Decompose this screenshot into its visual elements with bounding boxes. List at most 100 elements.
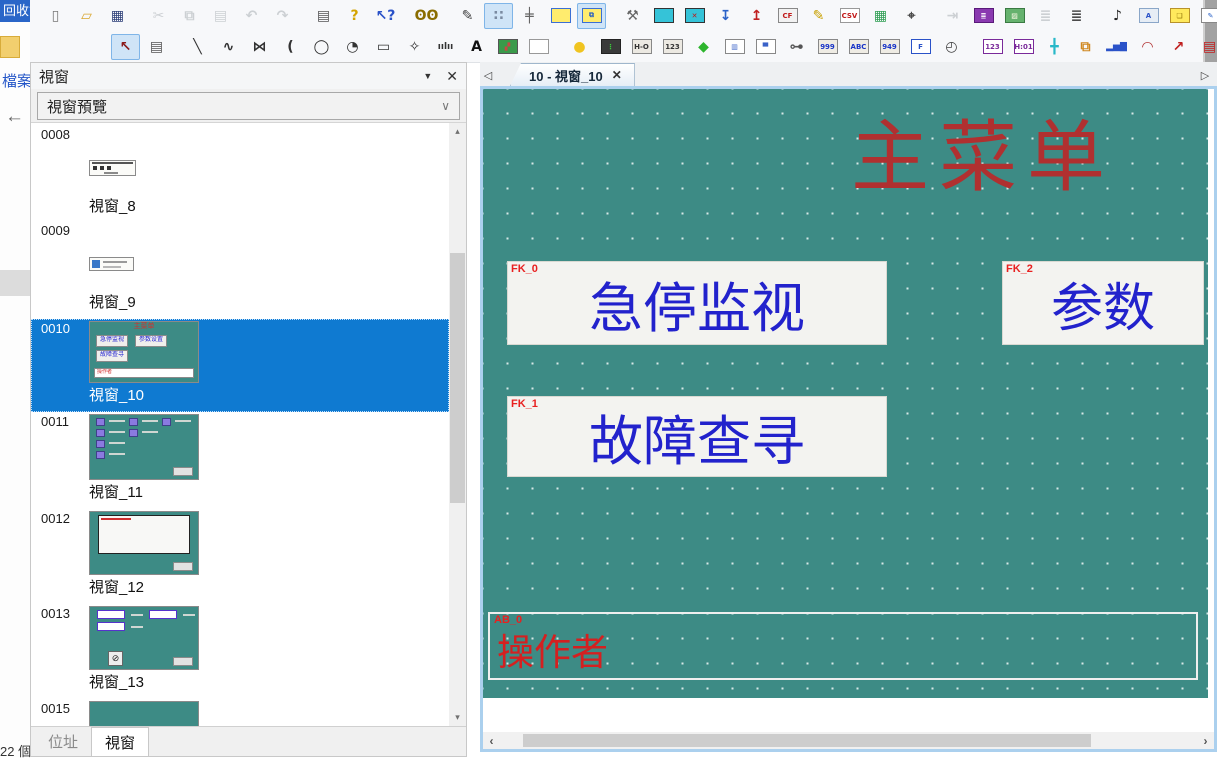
numeric-input-icon[interactable]: 123 <box>978 34 1007 60</box>
picture-library-icon[interactable]: ▨ <box>1000 3 1029 29</box>
hscrollbar-thumb[interactable] <box>523 734 1091 747</box>
window-label: 視窗_9 <box>89 291 449 319</box>
arc-tool-icon[interactable]: ( <box>276 34 305 60</box>
address-book-icon[interactable]: ≣ <box>969 3 998 29</box>
shape-library-icon[interactable]: ≣ <box>1062 3 1091 29</box>
snap-icon[interactable]: ╪ <box>515 3 544 29</box>
window-item-0013[interactable]: 0013⊘視窗_13 <box>31 604 449 699</box>
tab-close-icon[interactable]: ✕ <box>612 68 622 82</box>
context-help-icon[interactable]: ↖? <box>371 3 400 29</box>
tab-label: 10 - 視窗_10 <box>529 66 603 85</box>
window-item-0012[interactable]: 0012視窗_12 <box>31 509 449 604</box>
masked-display-icon[interactable]: 949 <box>875 34 904 60</box>
hmi-canvas[interactable]: 主菜单 FK_0 急停监视 FK_2 参数 FK_1 故障查寻 AB_0 操作者 <box>483 89 1208 698</box>
trend-display-icon[interactable]: ↗ <box>1164 34 1193 60</box>
animation-icon[interactable]: ⧉ <box>1071 34 1100 60</box>
undo-icon: ↶ <box>237 3 266 29</box>
polygon-tool-icon[interactable]: ◯ <box>307 34 336 60</box>
scale-tool-icon[interactable]: ıılıı <box>431 34 460 60</box>
screen-settings-icon[interactable]: ▥ <box>720 34 749 60</box>
open-file-icon[interactable]: ▱ <box>72 3 101 29</box>
tab-window-10[interactable]: 10 - 視窗_10 ✕ <box>510 63 635 86</box>
cf-card-icon[interactable]: CF <box>773 3 802 29</box>
csv-export-icon[interactable]: CSV <box>835 3 864 29</box>
window-shape-icon[interactable] <box>546 3 575 29</box>
select-tool-icon[interactable]: ↖ <box>111 34 140 60</box>
bit-switch-icon[interactable]: H-O <box>627 34 656 60</box>
frame-tool-icon[interactable] <box>524 34 553 60</box>
ascii-display-icon[interactable]: ABC <box>844 34 873 60</box>
window-list-scrollbar[interactable]: ▴ ▾ <box>449 123 466 726</box>
object-properties-icon[interactable]: ▤ <box>142 34 171 60</box>
window-item-0015[interactable]: 0015 <box>31 699 449 726</box>
text-tool-icon[interactable]: A <box>462 34 491 60</box>
tab-scroll-left-icon[interactable]: ◁ <box>480 69 496 86</box>
star-tool-icon[interactable]: ✧ <box>400 34 429 60</box>
label-library-icon[interactable]: ❏ <box>1165 3 1194 29</box>
print-icon[interactable]: ▤ <box>309 3 338 29</box>
window-item-0009[interactable]: 0009視窗_9 <box>31 223 449 319</box>
meter-display-icon[interactable]: ◠ <box>1133 34 1162 60</box>
function-key-fk2[interactable]: FK_2 参数 <box>1003 262 1203 344</box>
help-icon[interactable]: ? <box>340 3 369 29</box>
panel-close-icon[interactable]: ✕ <box>446 68 458 85</box>
scroll-left-icon[interactable]: ‹ <box>483 732 500 749</box>
bezier-tool-icon[interactable]: ∿ <box>214 34 243 60</box>
panel-tab-address[interactable]: 位址 <box>35 727 91 756</box>
window-item-0010[interactable]: 0010主菜单急停监视参数设置故障查寻操作者視窗_10 <box>31 319 449 412</box>
thumb-button: 故障查寻 <box>96 350 128 362</box>
canvas-title: 主菜单 <box>851 111 1115 205</box>
find-icon[interactable]: ʘʘ <box>412 3 441 29</box>
system-monitor-icon[interactable]: ⌖ <box>897 3 926 29</box>
sign-pen-icon[interactable]: ✎ <box>804 3 833 29</box>
panel-tab-window[interactable]: 視窗 <box>91 727 149 756</box>
save-icon[interactable]: ▦ <box>103 3 132 29</box>
pen-icon[interactable]: ✎ <box>453 3 482 29</box>
scrollbar-thumb[interactable] <box>450 253 465 503</box>
layers-icon[interactable]: ⧉ <box>577 3 606 29</box>
function-key-fk0[interactable]: FK_0 急停监视 <box>508 262 886 344</box>
download-icon[interactable]: ↧ <box>711 3 740 29</box>
window-item-0008[interactable]: 0008視窗_8 <box>31 127 449 223</box>
editor-tab-bar: ◁ 10 - 視窗_10 ✕ ▷ <box>480 62 1217 86</box>
bit-lamp-icon[interactable]: ● <box>565 34 594 60</box>
operator-text-object[interactable]: AB_0 操作者 <box>488 612 1198 680</box>
numeric-display-icon[interactable]: 999 <box>813 34 842 60</box>
moving-shape-icon[interactable]: ╋ <box>1040 34 1069 60</box>
function-key-fk1[interactable]: FK_1 故障查寻 <box>508 397 886 476</box>
font-window-icon[interactable]: A <box>1134 3 1163 29</box>
macro-editor-icon[interactable]: ✎ <box>1196 3 1217 29</box>
function-key-icon[interactable]: ◆ <box>689 34 718 60</box>
tab-scroll-right-icon[interactable]: ▷ <box>1197 69 1213 86</box>
new-file-icon[interactable]: ▯ <box>41 3 70 29</box>
multi-state-lamp-icon[interactable]: ⋮ <box>596 34 625 60</box>
direct-window-icon[interactable]: ▀ <box>751 34 780 60</box>
scroll-up-icon[interactable]: ▴ <box>449 123 466 140</box>
panel-menu-caret-icon[interactable]: ▼ <box>423 71 432 81</box>
picture-tool-icon[interactable]: ▞ <box>493 34 522 60</box>
bar-graph-icon[interactable]: ▂▅▇ <box>1102 34 1131 60</box>
scroll-right-icon[interactable]: › <box>1197 732 1214 749</box>
clock-icon[interactable]: ◴ <box>937 34 966 60</box>
polyline-tool-icon[interactable]: ⋈ <box>245 34 274 60</box>
canvas-horizontal-scrollbar[interactable]: ‹ › <box>483 732 1214 749</box>
scroll-down-icon[interactable]: ▾ <box>449 709 466 726</box>
window-preview-dropdown[interactable]: 視窗預覽 ∨ <box>37 92 460 120</box>
window-id: 0008 <box>41 127 449 142</box>
line-tool-icon[interactable]: ╲ <box>183 34 212 60</box>
window-item-0011[interactable]: 0011視窗_11 <box>31 412 449 509</box>
time-display-icon[interactable]: H:01 <box>1009 34 1038 60</box>
upload-icon[interactable]: ↥ <box>742 3 771 29</box>
data-table-green-icon[interactable]: ▦ <box>866 3 895 29</box>
f-register-icon[interactable]: F <box>906 34 935 60</box>
online-simulation-icon[interactable] <box>649 3 678 29</box>
pie-tool-icon[interactable]: ◔ <box>338 34 367 60</box>
word-switch-icon[interactable]: 123 <box>658 34 687 60</box>
toggle-switch-icon[interactable]: ⊶ <box>782 34 811 60</box>
sound-library-icon[interactable]: ♪ <box>1103 3 1132 29</box>
rectangle-tool-icon[interactable]: ▭ <box>369 34 398 60</box>
grid-icon[interactable]: ∷ <box>484 3 513 29</box>
history-data-table-icon[interactable]: ▤ <box>1195 34 1217 60</box>
offline-simulation-icon[interactable]: ✕ <box>680 3 709 29</box>
compile-icon[interactable]: ⚒ <box>618 3 647 29</box>
